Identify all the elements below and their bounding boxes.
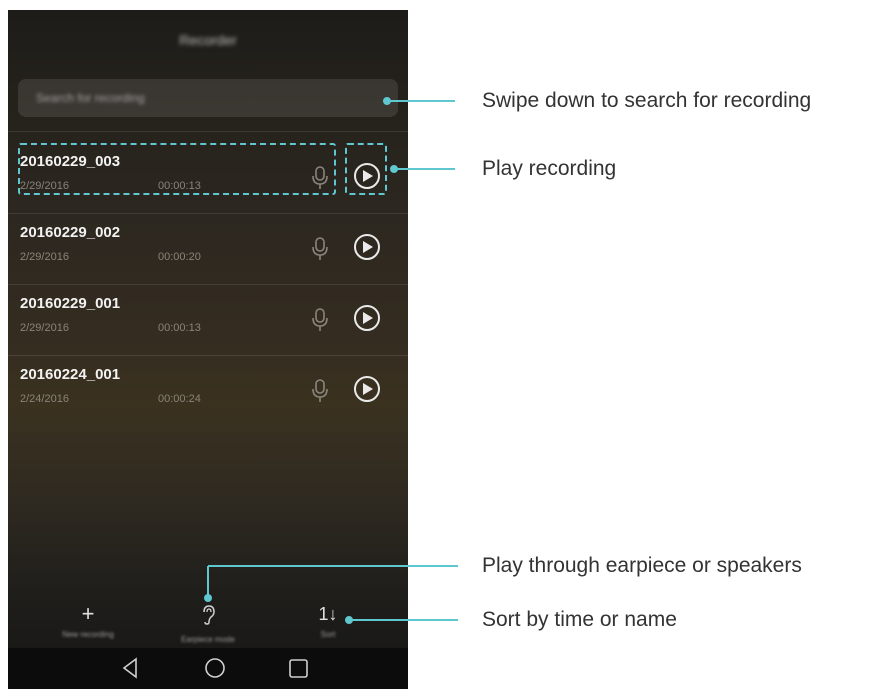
callout-search: Swipe down to search for recording	[482, 89, 812, 112]
callout-play: Play recording	[482, 157, 617, 180]
callout-sort: Sort by time or name	[482, 608, 677, 631]
callout-earpiece: Play through earpiece or speakers	[482, 554, 802, 577]
